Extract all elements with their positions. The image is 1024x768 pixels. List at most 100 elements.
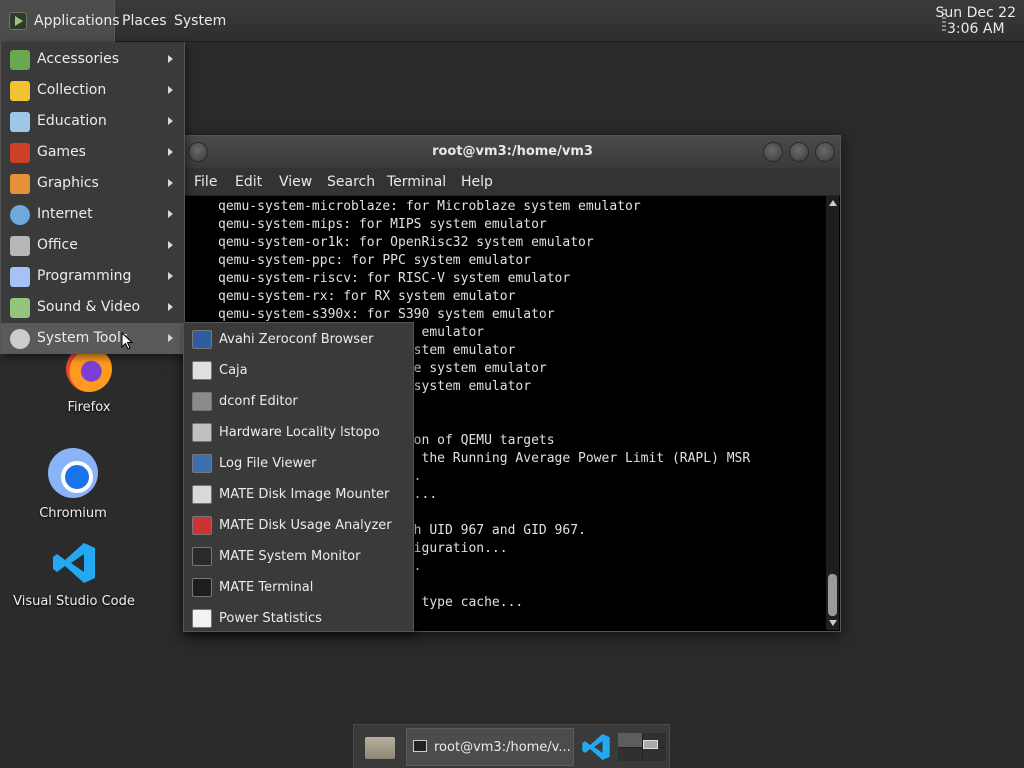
- terminal-line: qemu-system-ppc: for PPC system emulator: [218, 253, 532, 268]
- workspace-4[interactable]: [642, 747, 666, 761]
- taskbar-vscode-launcher[interactable]: [579, 731, 613, 763]
- top-panel: Applications Places System Sun Dec 22 3:…: [0, 0, 1024, 42]
- submenu-item-mate-system-monitor[interactable]: MATE System Monitor: [184, 541, 413, 572]
- menu-view[interactable]: View: [279, 168, 312, 196]
- apps-menu-item-graphics[interactable]: Graphics: [1, 168, 184, 199]
- apps-menu-item-label: Programming: [37, 268, 132, 284]
- apps-menu-item-accessories[interactable]: Accessories: [1, 44, 184, 75]
- submenu-arrow-icon: [168, 210, 173, 218]
- scroll-down-arrow-icon[interactable]: [829, 620, 837, 626]
- apps-menu-item-internet[interactable]: Internet: [1, 199, 184, 230]
- submenu-arrow-icon: [168, 241, 173, 249]
- lstopo-icon: [192, 423, 212, 442]
- menu-file[interactable]: File: [194, 168, 217, 196]
- menu-help[interactable]: Help: [461, 168, 493, 196]
- desktop-icon-label: Chromium: [39, 506, 107, 521]
- submenu-arrow-icon: [168, 272, 173, 280]
- submenu-item-log-file-viewer[interactable]: Log File Viewer: [184, 448, 413, 479]
- apps-menu-item-label: Collection: [37, 82, 107, 98]
- window-title: root@vm3:/home/vm3: [432, 144, 593, 159]
- applications-menu: Accessories Collection Education Games Graph…: [0, 42, 185, 354]
- menu-search[interactable]: Search: [327, 168, 375, 196]
- terminal-menubar: File Edit View Search Terminal Help: [185, 168, 840, 196]
- submenu-item-caja[interactable]: Caja: [184, 355, 413, 386]
- bottom-taskbar: root@vm3:/home/v...: [353, 724, 670, 768]
- mate-logo-icon: [9, 12, 27, 30]
- scroll-thumb[interactable]: [828, 574, 837, 616]
- disk-usage-icon: [192, 516, 212, 535]
- places-menu-button[interactable]: Places: [116, 0, 173, 42]
- workspace-switcher[interactable]: [618, 733, 666, 761]
- terminal-line: qemu-system-mips: for MIPS system emulat…: [218, 217, 547, 232]
- dconf-icon: [192, 392, 212, 411]
- workspace-1[interactable]: [618, 733, 642, 747]
- submenu-item-mate-terminal[interactable]: MATE Terminal: [184, 572, 413, 603]
- log-viewer-icon: [192, 454, 212, 473]
- window-titlebar[interactable]: root@vm3:/home/vm3: [185, 136, 840, 168]
- menu-terminal[interactable]: Terminal: [387, 168, 446, 196]
- minimize-button[interactable]: [763, 142, 783, 162]
- chromium-icon: [48, 448, 98, 498]
- system-menu-button[interactable]: System: [168, 0, 232, 42]
- submenu-item-label: dconf Editor: [219, 394, 298, 409]
- star-icon: [10, 81, 30, 101]
- apps-menu-item-system-tools[interactable]: System Tools: [1, 323, 184, 354]
- apps-menu-item-programming[interactable]: Programming: [1, 261, 184, 292]
- scroll-up-arrow-icon[interactable]: [829, 200, 837, 206]
- submenu-item-label: MATE Terminal: [219, 580, 314, 595]
- apps-menu-item-games[interactable]: Games: [1, 137, 184, 168]
- taskbar-files-launcher[interactable]: [361, 731, 399, 763]
- clock[interactable]: Sun Dec 22 3:06 AM: [936, 5, 1016, 37]
- apps-menu-item-collection[interactable]: Collection: [1, 75, 184, 106]
- taskbar-terminal-window[interactable]: root@vm3:/home/v...: [406, 728, 574, 766]
- apps-menu-item-education[interactable]: Education: [1, 106, 184, 137]
- maximize-button[interactable]: [789, 142, 809, 162]
- submenu-arrow-icon: [168, 148, 173, 156]
- submenu-item-power-statistics[interactable]: Power Statistics: [184, 603, 413, 634]
- desktop-icon-label: Firefox: [67, 400, 111, 415]
- education-icon: [10, 112, 30, 132]
- apps-menu-item-label: Accessories: [37, 51, 120, 67]
- desktop-icon-vscode[interactable]: Visual Studio Code: [9, 540, 139, 609]
- submenu-arrow-icon: [168, 334, 173, 342]
- terminal-line: qemu-system-riscv: for RISC-V system emu…: [218, 271, 571, 286]
- show-desktop-icon[interactable]: [643, 740, 658, 749]
- applications-menu-button[interactable]: Applications: [0, 0, 120, 42]
- system-tools-submenu: Avahi Zeroconf Browser Caja dconf Editor Ha…: [183, 322, 414, 632]
- submenu-item-mate-disk-usage-analyzer[interactable]: MATE Disk Usage Analyzer: [184, 510, 413, 541]
- apps-menu-item-sound-video[interactable]: Sound & Video: [1, 292, 184, 323]
- applications-label: Applications: [34, 13, 120, 29]
- submenu-item-dconf-editor[interactable]: dconf Editor: [184, 386, 413, 417]
- submenu-arrow-icon: [168, 117, 173, 125]
- clock-date: Sun Dec 22: [935, 5, 1016, 21]
- terminal-scrollbar[interactable]: [826, 196, 839, 630]
- submenu-arrow-icon: [168, 55, 173, 63]
- submenu-item-label: Power Statistics: [219, 611, 322, 626]
- close-button[interactable]: [815, 142, 835, 162]
- terminal-icon: [413, 740, 427, 752]
- power-stats-icon: [192, 609, 212, 628]
- submenu-item-hardware-locality-lstopo[interactable]: Hardware Locality lstopo: [184, 417, 413, 448]
- desktop-icon-chromium[interactable]: Chromium: [8, 448, 138, 521]
- submenu-item-avahi-zeroconf-browser[interactable]: Avahi Zeroconf Browser: [184, 324, 413, 355]
- desktop-icon-label: Visual Studio Code: [13, 594, 135, 609]
- menu-edit[interactable]: Edit: [235, 168, 262, 196]
- gear-icon: [10, 329, 30, 349]
- submenu-arrow-icon: [168, 303, 173, 311]
- games-icon: [10, 143, 30, 163]
- caja-icon: [192, 361, 212, 380]
- clock-time: 3:06 AM: [947, 21, 1005, 37]
- programming-icon: [10, 267, 30, 287]
- desktop-icon-firefox[interactable]: Firefox: [24, 346, 154, 415]
- submenu-item-label: MATE Disk Usage Analyzer: [219, 518, 392, 533]
- graphics-icon: [10, 174, 30, 194]
- submenu-item-mate-disk-image-mounter[interactable]: MATE Disk Image Mounter: [184, 479, 413, 510]
- accessories-icon: [10, 50, 30, 70]
- apps-menu-item-label: Games: [37, 144, 86, 160]
- apps-menu-item-label: Education: [37, 113, 107, 129]
- terminal-line: qemu-system-microblaze: for Microblaze s…: [218, 199, 641, 214]
- workspace-3[interactable]: [618, 747, 642, 761]
- apps-menu-item-office[interactable]: Office: [1, 230, 184, 261]
- folder-icon: [365, 737, 395, 759]
- sound-video-icon: [10, 298, 30, 318]
